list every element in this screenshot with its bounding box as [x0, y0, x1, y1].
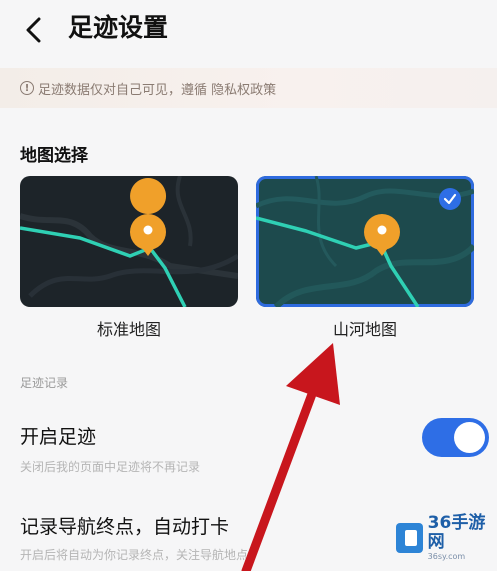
watermark-url: 36sy.com — [427, 552, 466, 561]
brand-logo-icon — [396, 523, 423, 553]
watermark: 36手游网 36sy.com — [396, 514, 494, 561]
annotation-arrow — [241, 343, 340, 571]
watermark-brand: 36手游网 — [427, 513, 486, 552]
